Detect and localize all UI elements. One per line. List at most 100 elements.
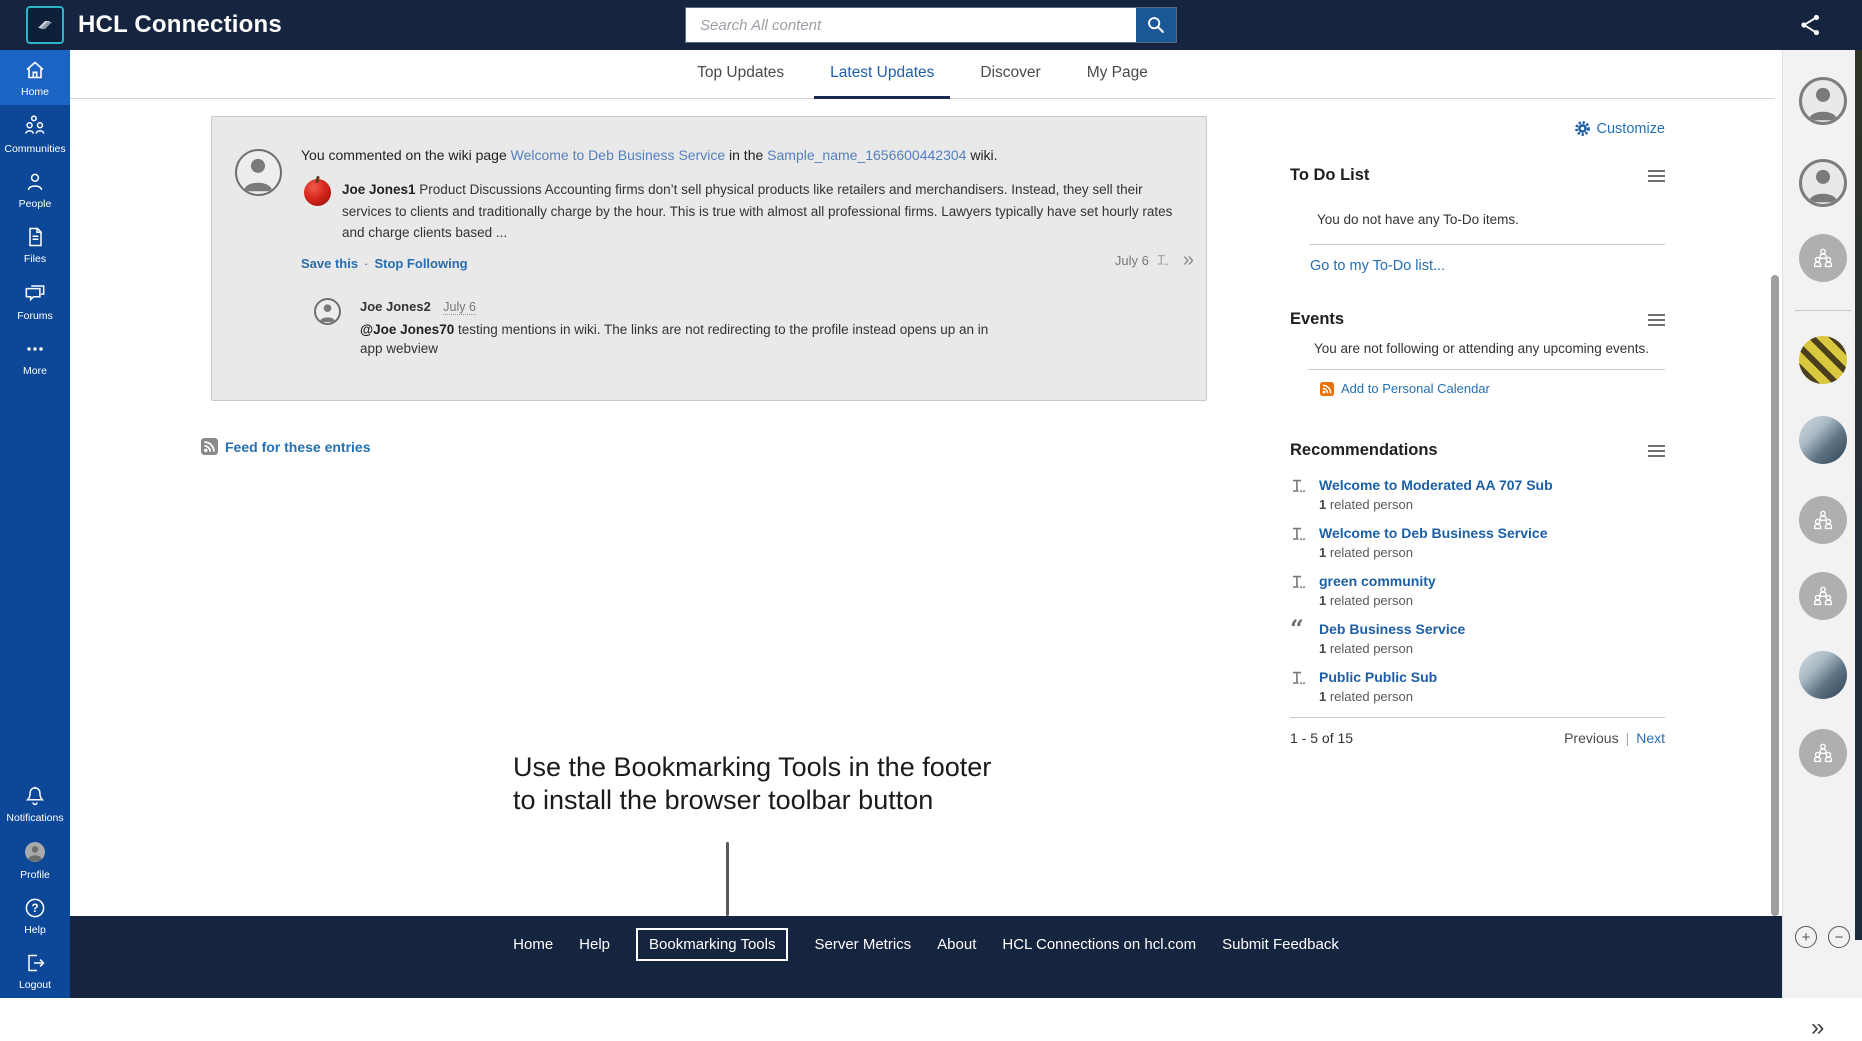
wiki-icon (1155, 253, 1169, 267)
recommendation-link[interactable]: Public Public Sub (1319, 669, 1437, 685)
wiki-name-link[interactable]: Sample_name_1656600442304 (767, 147, 966, 163)
customize-link[interactable]: Customize (1574, 120, 1666, 137)
todo-menu-icon[interactable] (1648, 170, 1665, 182)
comment-date[interactable]: July 6 (443, 300, 476, 315)
community-photo-avatar[interactable] (1799, 651, 1847, 699)
sidebar-item-label: Forums (17, 310, 53, 322)
footer-bar: Home Help Bookmarking Tools Server Metri… (70, 916, 1782, 998)
tab-my-page[interactable]: My Page (1071, 50, 1164, 99)
pager-next-link[interactable]: Next (1636, 730, 1665, 746)
recommendations-list: Welcome to Moderated AA 707 Sub 1 relate… (1290, 477, 1665, 704)
rss-calendar-icon (1320, 382, 1334, 396)
footer-link-about[interactable]: About (937, 936, 976, 953)
search-button[interactable] (1136, 8, 1176, 42)
recommendation-link[interactable]: green community (1319, 573, 1436, 589)
community-placeholder-avatar[interactable] (1799, 729, 1847, 777)
sidebar-item-profile[interactable]: Profile (0, 831, 70, 888)
community-placeholder-avatar[interactable] (1799, 572, 1847, 620)
recommendation-meta: 1 related person (1319, 593, 1436, 608)
home-icon (23, 58, 47, 82)
hcl-connections-logo-icon[interactable] (26, 6, 64, 44)
recommendation-link[interactable]: Welcome to Moderated AA 707 Sub (1319, 477, 1553, 493)
events-divider (1308, 369, 1665, 370)
sidebar-item-notifications[interactable]: Notifications (0, 776, 70, 831)
widgets-panel: Customize To Do List You do not have any… (1290, 120, 1665, 746)
tab-discover[interactable]: Discover (964, 50, 1056, 99)
hint-line-1: Use the Bookmarking Tools in the footer (513, 751, 991, 784)
comment-author-avatar[interactable] (314, 298, 341, 325)
story-excerpt: Product Discussions Accounting firms don… (342, 182, 1172, 240)
collapse-rail-chevron-icon[interactable]: » (1811, 1018, 1824, 1038)
recommendation-item: “ Deb Business Service 1 related person (1290, 621, 1665, 656)
recommendation-item: Public Public Sub 1 related person (1290, 669, 1665, 704)
person-placeholder-avatar[interactable] (1799, 77, 1847, 125)
story-author-name[interactable]: Joe Jones1 (342, 182, 416, 197)
events-widget-header: Events (1290, 310, 1665, 329)
commenter-apple-avatar[interactable] (304, 179, 331, 206)
hint-pointer-line (726, 842, 729, 916)
search-bar (685, 7, 1177, 43)
community-photo-avatar[interactable] (1799, 336, 1847, 384)
search-icon (1145, 14, 1167, 36)
share-icon[interactable] (1798, 12, 1824, 38)
community-placeholder-avatar[interactable] (1799, 234, 1847, 282)
sidebar-item-help[interactable]: ? Help (0, 888, 70, 943)
stop-following-link[interactable]: Stop Following (374, 256, 467, 271)
sidebar-item-people[interactable]: People (0, 162, 70, 217)
save-this-link[interactable]: Save this (301, 256, 358, 271)
tab-latest-updates[interactable]: Latest Updates (814, 50, 950, 99)
document-icon (23, 225, 47, 249)
page-scrollbar-thumb[interactable] (1771, 275, 1779, 916)
footer-link-bookmarking-tools[interactable]: Bookmarking Tools (636, 928, 788, 961)
footer-link-server-metrics[interactable]: Server Metrics (814, 936, 911, 953)
right-rail-scrollbar[interactable] (1855, 50, 1862, 940)
comment-content: Joe Jones2 July 6 @Joe Jones70 testing m… (360, 298, 1000, 358)
todo-list-link[interactable]: Go to my To-Do list... (1310, 258, 1665, 274)
activity-story-card: You commented on the wiki page Welcome t… (211, 116, 1207, 401)
pager-separator: | (1626, 730, 1630, 746)
footer-link-submit-feedback[interactable]: Submit Feedback (1222, 936, 1339, 953)
comment-author-name[interactable]: Joe Jones2 (360, 299, 431, 314)
svg-text:?: ? (31, 903, 38, 915)
search-input[interactable] (686, 8, 1136, 42)
footer-link-help[interactable]: Help (579, 936, 610, 953)
recommendation-item: Welcome to Moderated AA 707 Sub 1 relate… (1290, 477, 1665, 512)
todo-widget-header: To Do List (1290, 166, 1665, 185)
recommendation-meta: 1 related person (1319, 497, 1553, 512)
todo-divider (1310, 244, 1665, 245)
sidebar-item-more[interactable]: More (0, 329, 70, 384)
feed-for-entries-row[interactable]: Feed for these entries (201, 438, 371, 455)
zoom-in-button[interactable]: + (1795, 926, 1817, 948)
events-menu-icon[interactable] (1648, 314, 1665, 326)
recommendations-menu-icon[interactable] (1648, 445, 1665, 457)
bell-icon (23, 784, 47, 808)
right-avatar-rail: + − » (1782, 50, 1862, 998)
community-photo-avatar[interactable] (1799, 416, 1847, 464)
recommendation-link[interactable]: Welcome to Deb Business Service (1319, 525, 1548, 541)
sidebar-item-communities[interactable]: Communities (0, 105, 70, 162)
feed-for-entries-link[interactable]: Feed for these entries (225, 439, 371, 455)
comment-mention[interactable]: @Joe Jones70 (360, 322, 454, 337)
related-text: related person (1326, 497, 1413, 512)
expand-story-chevron-icon[interactable]: » (1183, 251, 1194, 269)
recommendation-link[interactable]: Deb Business Service (1319, 621, 1465, 637)
sidebar-item-files[interactable]: Files (0, 217, 70, 272)
community-placeholder-avatar[interactable] (1799, 496, 1847, 544)
person-placeholder-avatar[interactable] (1799, 159, 1847, 207)
wiki-page-link[interactable]: Welcome to Deb Business Service (511, 147, 726, 163)
footer-link-hcl-connections[interactable]: HCL Connections on hcl.com (1002, 936, 1196, 953)
story-comment: Joe Jones2 July 6 @Joe Jones70 testing m… (314, 298, 1000, 358)
sidebar-item-forums[interactable]: Forums (0, 272, 70, 329)
story-author-avatar[interactable] (235, 149, 282, 196)
sidebar-item-label: Help (24, 924, 46, 936)
calendar-link-row[interactable]: Add to Personal Calendar (1320, 381, 1665, 396)
pager-previous-link[interactable]: Previous (1564, 730, 1618, 746)
events-title: Events (1290, 310, 1344, 329)
sidebar-item-home[interactable]: Home (0, 50, 70, 105)
footer-link-home[interactable]: Home (513, 936, 553, 953)
related-text: related person (1326, 641, 1413, 656)
zoom-out-button[interactable]: − (1828, 926, 1850, 948)
add-to-calendar-link[interactable]: Add to Personal Calendar (1341, 381, 1490, 396)
sidebar-item-logout[interactable]: Logout (0, 943, 70, 998)
tab-top-updates[interactable]: Top Updates (681, 50, 800, 99)
